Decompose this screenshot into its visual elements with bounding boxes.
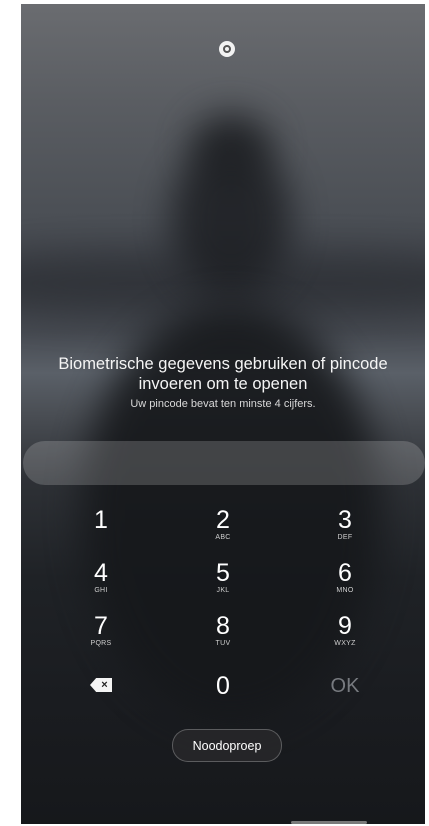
- key-letters: PQRS: [90, 640, 112, 647]
- key-2[interactable]: 2 ABC: [163, 507, 283, 549]
- pin-input[interactable]: [23, 441, 425, 485]
- key-letters: TUV: [215, 640, 231, 647]
- key-digit: 4: [94, 559, 108, 587]
- key-letters: MNO: [336, 587, 354, 594]
- pin-hint: Uw pincode bevat ten minste 4 cijfers.: [130, 398, 316, 410]
- key-digit: 6: [338, 559, 352, 587]
- unlock-prompt-line1: Biometrische gegevens gebruiken of pinco…: [58, 355, 388, 373]
- key-letters: DEF: [337, 534, 353, 541]
- key-digit: 5: [216, 559, 230, 587]
- lockscreen: Biometrische gegevens gebruiken of pinco…: [21, 4, 425, 824]
- emergency-call-button[interactable]: Noodoproep: [172, 729, 282, 762]
- key-9[interactable]: 9 WXYZ: [285, 613, 405, 655]
- key-1[interactable]: 1: [41, 507, 161, 549]
- background-figure-head: [171, 144, 291, 294]
- key-letters: WXYZ: [334, 640, 356, 647]
- backspace-button[interactable]: ×: [41, 673, 161, 715]
- key-6[interactable]: 6 MNO: [285, 560, 405, 602]
- key-digit: 7: [94, 612, 108, 640]
- key-digit: 9: [338, 612, 352, 640]
- face-unlock-icon: [219, 41, 235, 57]
- key-digit: 8: [216, 612, 230, 640]
- key-5[interactable]: 5 JKL: [163, 560, 283, 602]
- ok-label: OK: [330, 675, 360, 697]
- key-digit: 1: [94, 506, 108, 534]
- key-digit: 0: [216, 672, 230, 700]
- key-8[interactable]: 8 TUV: [163, 613, 283, 655]
- home-indicator[interactable]: [291, 821, 367, 824]
- key-3[interactable]: 3 DEF: [285, 507, 405, 549]
- key-letters: ABC: [215, 534, 231, 541]
- key-0[interactable]: 0: [163, 673, 283, 715]
- ok-button[interactable]: OK: [285, 673, 405, 715]
- key-letters: GHI: [94, 587, 108, 594]
- backspace-glyph: ×: [101, 679, 108, 691]
- unlock-prompt-line2: invoeren om te openen: [138, 375, 308, 393]
- key-4[interactable]: 4 GHI: [41, 560, 161, 602]
- backspace-icon: ×: [90, 678, 112, 692]
- key-digit: 2: [216, 506, 230, 534]
- key-digit: 3: [338, 506, 352, 534]
- key-7[interactable]: 7 PQRS: [41, 613, 161, 655]
- key-letters: JKL: [216, 587, 230, 594]
- unlock-prompt: Biometrische gegevens gebruiken of pinco…: [21, 354, 425, 394]
